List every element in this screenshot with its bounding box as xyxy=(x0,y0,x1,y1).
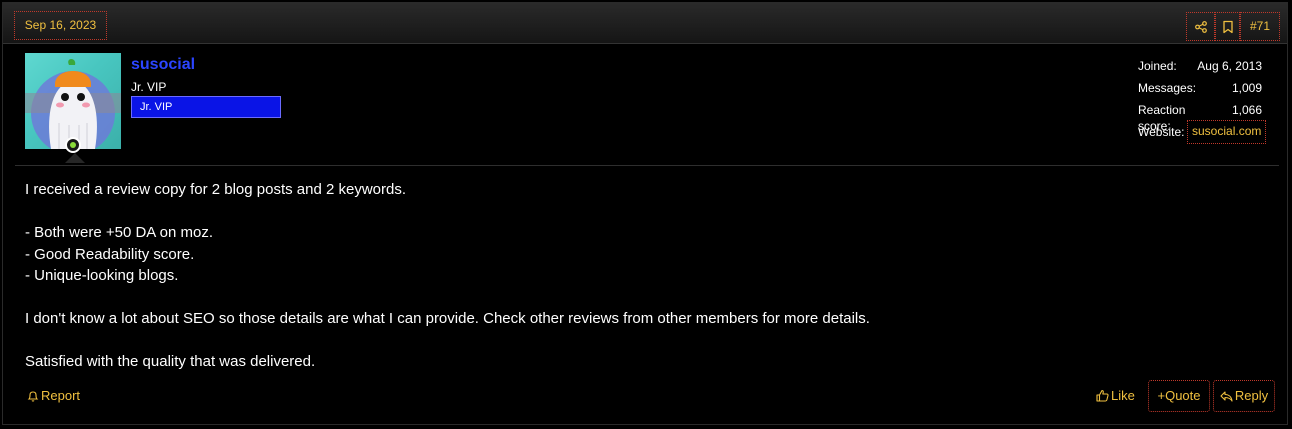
bookmark-button[interactable] xyxy=(1215,12,1240,41)
share-icon xyxy=(1194,20,1207,33)
share-button[interactable] xyxy=(1186,12,1215,41)
online-status-icon xyxy=(65,137,81,153)
thumbs-up-icon xyxy=(1096,389,1109,402)
bookmark-icon xyxy=(1222,20,1233,33)
user-banner: Jr. VIP xyxy=(131,96,281,118)
like-label: Like xyxy=(1111,388,1135,403)
message-line xyxy=(25,287,870,309)
report-label: Report xyxy=(41,388,81,403)
bell-icon xyxy=(27,391,39,402)
username-link[interactable]: susocial xyxy=(131,56,195,74)
avatar-image xyxy=(25,59,121,149)
stat-messages-value[interactable]: 1,009 xyxy=(1232,80,1262,96)
message-line: Satisfied with the quality that was deli… xyxy=(25,353,316,370)
post-header: Sep 16, 2023 #71 xyxy=(3,3,1287,44)
message-line: I don't know a lot about SEO so those de… xyxy=(25,310,870,327)
message-line xyxy=(25,330,870,352)
reply-icon xyxy=(1220,391,1233,402)
reply-button[interactable]: Reply xyxy=(1213,380,1275,412)
stat-website-label: Website: xyxy=(1138,125,1185,139)
message-pointer xyxy=(65,153,85,163)
post-divider xyxy=(15,165,1279,166)
quote-label: Quote xyxy=(1165,388,1201,403)
stat-reaction-value: 1,066 xyxy=(1231,103,1262,117)
like-button[interactable]: Like xyxy=(1096,388,1135,403)
stat-joined-label: Joined: xyxy=(1138,59,1177,73)
user-avatar[interactable] xyxy=(25,53,121,149)
message-line xyxy=(25,201,870,223)
post-container: Sep 16, 2023 #71 susocial Jr. VIP Jr. VI… xyxy=(2,2,1288,425)
post-number-link[interactable]: #71 xyxy=(1240,12,1280,41)
stat-joined-value: Aug 6, 2013 xyxy=(1197,59,1262,73)
reply-label: Reply xyxy=(1234,388,1269,403)
plus-icon: + xyxy=(1157,388,1166,403)
message-line: - Both were +50 DA on moz. xyxy=(25,224,214,241)
message-body: I received a review copy for 2 blog post… xyxy=(25,179,870,373)
stat-messages-label: Messages: xyxy=(1138,81,1197,95)
message-line: - Good Readability score. xyxy=(25,245,195,263)
quote-button[interactable]: +Quote xyxy=(1148,380,1210,412)
post-date-link[interactable]: Sep 16, 2023 xyxy=(14,11,107,40)
website-link[interactable]: susocial.com xyxy=(1187,120,1267,144)
message-line: I received a review copy for 2 blog post… xyxy=(25,181,407,198)
message-line: - Unique-looking blogs. xyxy=(25,267,179,284)
user-title: Jr. VIP xyxy=(131,80,167,94)
report-button[interactable]: Report xyxy=(27,388,80,403)
